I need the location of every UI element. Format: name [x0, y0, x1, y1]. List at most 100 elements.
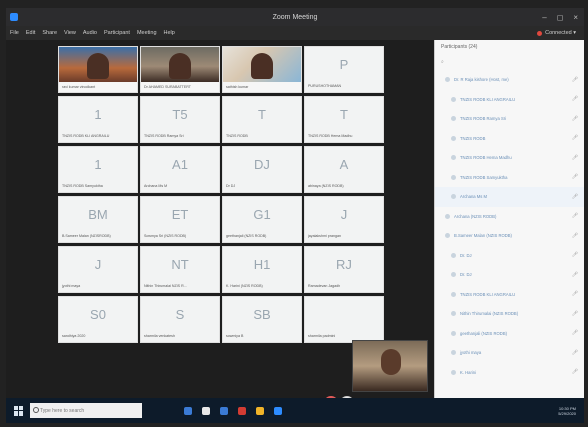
windows-taskbar: Type here to search 10:30 PM 5/29/2020 [6, 398, 584, 423]
minimize-button[interactable]: – [542, 13, 546, 22]
participant-tile[interactable]: S0 sandhiya 2020 [58, 296, 138, 343]
microphone-icon[interactable]: 🎤︎ [572, 350, 578, 356]
menu-view[interactable]: View [64, 30, 76, 36]
participant-tile[interactable]: Dr AHAMED SURABATTERT [140, 46, 220, 93]
participant-tile[interactable]: sharmila padmini [304, 296, 384, 343]
participant-list-item[interactable]: geethanjali (NZIS RODB) 🎤︎ [435, 324, 584, 344]
microphone-icon[interactable]: 🎤︎ [572, 194, 578, 200]
search-icon: ⌕ [441, 59, 444, 65]
microphone-icon[interactable]: 🎤︎ [572, 174, 578, 180]
participant-tile[interactable]: Jjyothi maya [58, 246, 138, 293]
participant-tile[interactable]: A1 Archana Ms M [140, 146, 220, 193]
menu-edit[interactable]: Edit [26, 30, 35, 36]
participant-tile[interactable]: RJ Ramadevan Jagadh [304, 246, 384, 293]
avatar [451, 174, 456, 180]
participant-tile[interactable]: P PURUSHOTHAMAN [304, 46, 384, 93]
participant-tile[interactable]: ravi kumar vinodkant [58, 46, 138, 93]
microphone-icon[interactable]: 🎤︎ [572, 369, 578, 375]
participant-list-item[interactable]: Dr. DJ 🎤︎ [435, 265, 584, 285]
menu-participant[interactable]: Participant [104, 30, 130, 36]
participant-list-item[interactable]: Archana (NZIS RODB) 🎤︎ [435, 207, 584, 227]
close-button[interactable]: × [573, 13, 578, 22]
participant-tile[interactable]: Jjayalakshmi prangan [304, 196, 384, 243]
microphone-icon[interactable]: 🎤︎ [572, 213, 578, 219]
participant-initials: P [339, 57, 349, 72]
participant-tile[interactable]: 1 TNZIS RODB Samyuktha [58, 146, 138, 193]
participants-list: Dr. R Raja kishore (Host, me) 🎤︎ TNZIS ROD… [435, 70, 584, 382]
taskbar-app-icon[interactable] [274, 406, 282, 415]
avatar [451, 311, 456, 317]
participant-tile[interactable]: H1 K. Harini (NZIS RODB) [222, 246, 302, 293]
participant-initials: G1 [253, 207, 271, 222]
avatar [451, 135, 456, 141]
participant-list-name: Dr. DJ [460, 272, 472, 278]
avatar [451, 116, 456, 122]
menu-audio[interactable]: Audio [83, 30, 97, 36]
participant-tile[interactable]: T5 TNZIS RODB Ramya Sri [140, 96, 220, 143]
menu-meeting[interactable]: Meeting [137, 30, 157, 36]
taskbar-app-icon[interactable] [238, 406, 246, 415]
participant-tile[interactable]: ET Sowmya Sri (NZIS RODB) [140, 196, 220, 243]
participant-tile[interactable]: T TNZIS RODB Hema Madhu [304, 96, 384, 143]
microphone-icon[interactable]: 🎤︎ [572, 291, 578, 297]
participant-initials: NT [171, 257, 189, 272]
microphone-icon[interactable]: 🎤︎ [572, 252, 578, 258]
connection-status[interactable]: Connected ▾ [537, 30, 576, 36]
taskbar-app-icon[interactable] [202, 406, 210, 415]
alert-dot-icon [537, 30, 543, 36]
microphone-icon[interactable]: 🎤︎ [572, 311, 578, 317]
participant-list-item[interactable]: TNZIS RODB 🎤︎ [435, 129, 584, 149]
participant-tile[interactable]: BM B.Sameer Malan (NZISRODB) [58, 196, 138, 243]
participant-tile[interactable]: G1 geethanjali (NZIS RODB) [222, 196, 302, 243]
participant-list-item[interactable]: TNZIS RODB KLI ANGRAILU 🎤︎ [435, 285, 584, 305]
participant-tile[interactable]: Aabinaya (NZIS RODB) [304, 146, 384, 193]
taskbar-app-icon[interactable] [256, 406, 264, 415]
participant-list-item[interactable]: TNZIS RODB Hema Madhu 🎤︎ [435, 148, 584, 168]
microphone-icon[interactable]: 🎤︎ [572, 155, 578, 161]
taskbar-search-input[interactable]: Type here to search [30, 403, 142, 418]
menu-file[interactable]: File [10, 30, 19, 36]
participant-initials: SB [253, 307, 271, 322]
microphone-icon[interactable]: 🎤︎ [572, 330, 578, 336]
participant-list-item[interactable]: Nithin Thirumalai (NZIS RODB) 🎤︎ [435, 304, 584, 324]
participant-tile[interactable]: T TNZIS RODB [222, 96, 302, 143]
microphone-icon[interactable]: 🎤︎ [572, 272, 578, 278]
participant-list-item[interactable]: Archana Ms M 🎤︎ [435, 187, 584, 207]
participant-tile[interactable]: DJ Dr DJ [222, 146, 302, 193]
participant-tile[interactable]: 1 TNZIS RODB KLI ANGRAILU [58, 96, 138, 143]
windows-start-icon[interactable] [14, 405, 24, 416]
microphone-icon[interactable]: 🎤︎ [572, 77, 578, 83]
self-video-thumbnail[interactable] [352, 340, 428, 392]
microphone-icon[interactable]: 🎤︎ [572, 135, 578, 141]
participant-initials: DJ [254, 157, 270, 172]
participant-tile[interactable]: Ssharmila venkatesh [140, 296, 220, 343]
participant-name: TNZIS RODB Hema Madhu [308, 134, 353, 138]
menu-share[interactable]: Share [42, 30, 57, 36]
participant-list-item[interactable]: TNZIS RODB Samyuktha 🎤︎ [435, 168, 584, 188]
participant-grid: ravi kumar vinodkant Dr AHAMED SURABATTER… [58, 46, 384, 396]
menu-help[interactable]: Help [164, 30, 175, 36]
participant-list-name: jyothi maya [460, 350, 482, 356]
participant-list-item[interactable]: K. Harini 🎤︎ [435, 363, 584, 383]
participant-name: abinaya (NZIS RODB) [308, 184, 344, 188]
microphone-icon[interactable]: 🎤︎ [572, 96, 578, 102]
participant-name: Dr DJ [226, 184, 236, 188]
participant-list-item[interactable]: TNZIS RODB KLI ANGRAILU 🎤︎ [435, 90, 584, 110]
microphone-icon[interactable]: 🎤︎ [572, 233, 578, 239]
participant-list-item[interactable]: Dr. R Raja kishore (Host, me) 🎤︎ [435, 70, 584, 90]
participant-list-item[interactable]: jyothi maya 🎤︎ [435, 343, 584, 363]
microphone-icon[interactable]: 🎤︎ [572, 116, 578, 122]
participant-name: sharmila venkatesh [144, 334, 175, 338]
participant-tile[interactable]: sathish kumar [222, 46, 302, 93]
participants-search[interactable]: ⌕ [441, 56, 578, 68]
participant-initials: T5 [172, 107, 188, 122]
participant-tile[interactable]: NT Nithin Thirumalai NZIS R... [140, 246, 220, 293]
system-clock[interactable]: 10:30 PM 5/29/2020 [558, 406, 576, 416]
taskbar-app-icon[interactable] [220, 406, 228, 415]
taskbar-app-icon[interactable] [184, 406, 192, 415]
participant-list-item[interactable]: B.Sameer Malan (NZIS RODB) 🎤︎ [435, 226, 584, 246]
participant-tile[interactable]: SB sowmiya B [222, 296, 302, 343]
participant-list-item[interactable]: TNZIS RODB Ramya Sri 🎤︎ [435, 109, 584, 129]
maximize-button[interactable]: ◻ [557, 13, 564, 22]
participant-list-item[interactable]: Dr. DJ 🎤︎ [435, 246, 584, 266]
